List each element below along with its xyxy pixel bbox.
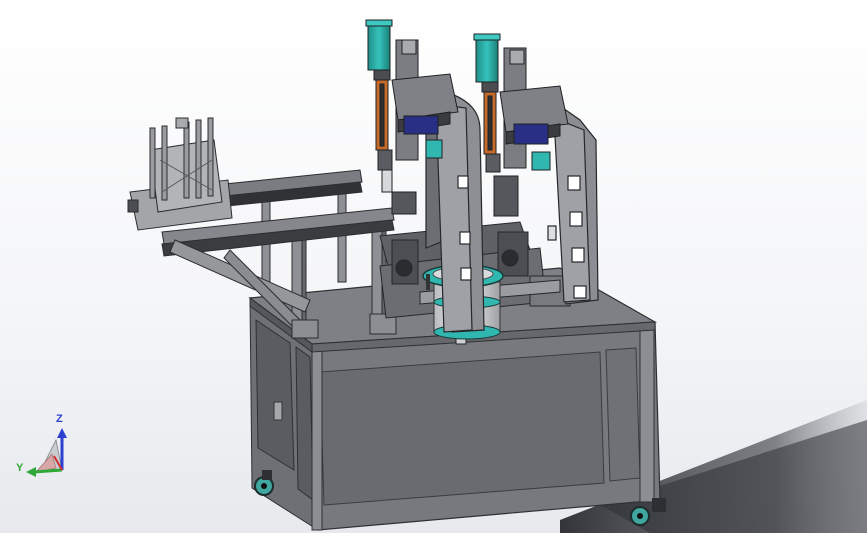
orientation-triad <box>26 428 67 477</box>
z-axis-arrowhead <box>57 428 67 438</box>
y-axis-arrowhead <box>26 467 36 477</box>
triad-y-label: Y <box>16 462 24 474</box>
cabinet-handle <box>273 401 283 421</box>
machine-model-3d[interactable] <box>0 0 867 533</box>
triad-z-label: Z <box>56 413 63 425</box>
actuator-tower-right <box>473 33 569 217</box>
y-axis <box>33 468 63 474</box>
feeder-rack <box>127 117 233 231</box>
cad-viewport[interactable]: Z Y <box>0 0 867 533</box>
